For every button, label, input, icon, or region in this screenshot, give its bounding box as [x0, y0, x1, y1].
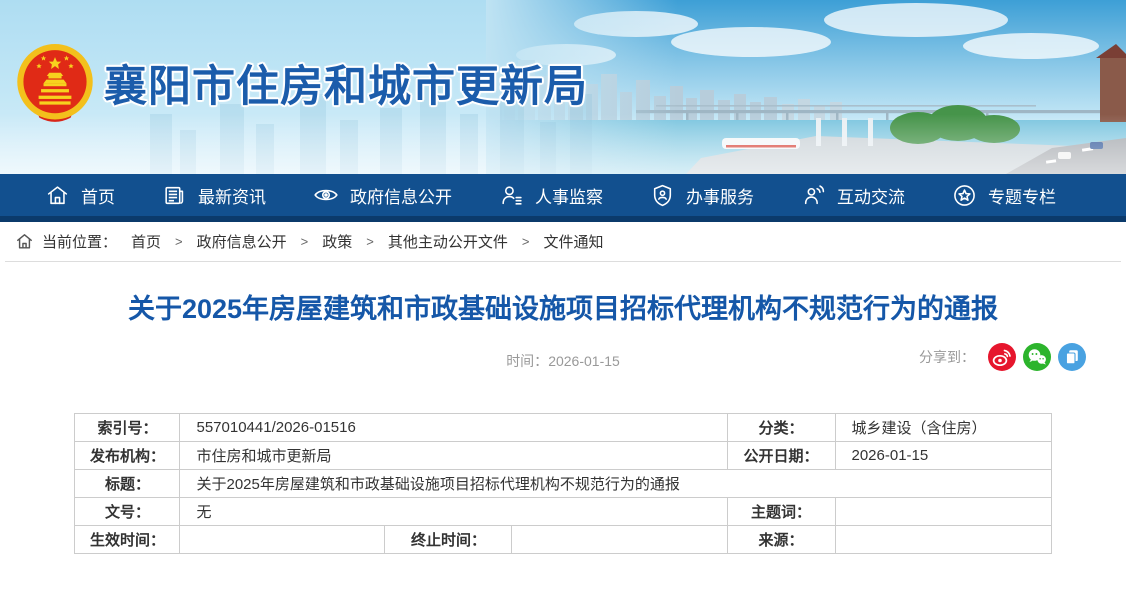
agency-value: 市住房和城市更新局	[180, 442, 727, 470]
star-icon	[952, 183, 977, 208]
table-row: 标题： 关于2025年房屋建筑和市政基础设施项目招标代理机构不规范行为的通报	[75, 470, 1051, 498]
doc-no-label: 文号：	[75, 498, 180, 526]
nav-item-personnel[interactable]: 人事监察	[499, 183, 603, 208]
pub-date-value: 2026-01-15	[835, 442, 1051, 470]
table-row: 文号： 无 主题词：	[75, 498, 1051, 526]
category-value: 城乡建设（含住房）	[835, 414, 1051, 442]
source-value	[835, 526, 1051, 554]
table-row: 索引号： 557010441/2026-01516 分类： 城乡建设（含住房）	[75, 414, 1051, 442]
wechat-icon	[1023, 343, 1051, 371]
breadcrumb-prefix: 当前位置：	[42, 231, 117, 252]
nav-item-gov-info[interactable]: 政府信息公开	[313, 182, 452, 208]
nav-item-label: 专题专栏	[988, 183, 1056, 208]
share-label: 分享到：	[919, 347, 975, 367]
breadcrumb: 当前位置： 首页 > 政府信息公开 > 政策 > 其他主动公开文件 > 文件通知	[5, 222, 1121, 262]
category-label: 分类：	[727, 414, 835, 442]
nav-item-topics[interactable]: 专题专栏	[952, 183, 1056, 208]
time-label: 时间：	[506, 353, 548, 369]
copy-icon	[1058, 343, 1086, 371]
breadcrumb-separator: >	[366, 234, 374, 249]
weibo-share-button[interactable]	[988, 343, 1016, 371]
nav-item-label: 互动交流	[837, 183, 905, 208]
keywords-value	[835, 498, 1051, 526]
table-row: 发布机构： 市住房和城市更新局 公开日期： 2026-01-15	[75, 442, 1051, 470]
breadcrumb-separator: >	[175, 234, 183, 249]
breadcrumb-item-policy[interactable]: 政策	[322, 231, 352, 252]
person-icon	[499, 183, 524, 208]
index-value: 557010441/2026-01516	[180, 414, 727, 442]
page-title: 关于2025年房屋建筑和市政基础设施项目招标代理机构不规范行为的通报	[40, 292, 1086, 327]
article-meta-row: 时间：2026-01-15 分享到：	[0, 341, 1126, 377]
news-icon	[162, 183, 187, 208]
effective-date-label: 生效时间：	[75, 526, 180, 554]
effective-date-value	[180, 526, 385, 554]
pub-date-label: 公开日期：	[727, 442, 835, 470]
shield-icon	[650, 183, 675, 208]
source-label: 来源：	[727, 526, 835, 554]
index-label: 索引号：	[75, 414, 180, 442]
title-label: 标题：	[75, 470, 180, 498]
title-value: 关于2025年房屋建筑和市政基础设施项目招标代理机构不规范行为的通报	[180, 470, 1051, 498]
nav-item-label: 首页	[81, 183, 115, 208]
article-header: 关于2025年房屋建筑和市政基础设施项目招标代理机构不规范行为的通报	[0, 292, 1126, 327]
end-date-value	[512, 526, 727, 554]
breadcrumb-item-current: 文件通知	[543, 231, 603, 252]
document-meta-table: 索引号： 557010441/2026-01516 分类： 城乡建设（含住房） …	[74, 413, 1051, 554]
copy-link-share-button[interactable]	[1058, 343, 1086, 371]
people-icon	[801, 183, 826, 208]
site-title: 襄阳市住房和城市更新局	[104, 52, 588, 114]
nav-item-news[interactable]: 最新资讯	[162, 183, 266, 208]
time-value: 2026-01-15	[548, 353, 620, 369]
home-icon	[45, 183, 70, 208]
breadcrumb-item-gov-info[interactable]: 政府信息公开	[197, 231, 287, 252]
home-icon	[15, 232, 34, 251]
eye-icon	[313, 182, 339, 208]
breadcrumb-item-other-docs[interactable]: 其他主动公开文件	[388, 231, 508, 252]
breadcrumb-item-home[interactable]: 首页	[131, 231, 161, 252]
keywords-label: 主题词：	[727, 498, 835, 526]
breadcrumb-separator: >	[522, 234, 530, 249]
nav-item-label: 政府信息公开	[350, 183, 452, 208]
table-row: 生效时间： 终止时间： 来源：	[75, 526, 1051, 554]
nav-item-home[interactable]: 首页	[45, 183, 115, 208]
nav-item-label: 最新资讯	[198, 183, 266, 208]
share-bar: 分享到：	[919, 343, 1086, 371]
weibo-icon	[988, 343, 1016, 371]
wechat-share-button[interactable]	[1023, 343, 1051, 371]
site-header: 襄阳市住房和城市更新局	[0, 0, 1126, 174]
main-nav: 首页 最新资讯 政府信息公开 人事监察 办事服务 互动交流 专题专栏	[0, 174, 1126, 222]
nav-item-label: 人事监察	[535, 183, 603, 208]
nav-item-services[interactable]: 办事服务	[650, 183, 754, 208]
breadcrumb-separator: >	[301, 234, 309, 249]
end-date-label: 终止时间：	[385, 526, 512, 554]
nav-item-interaction[interactable]: 互动交流	[801, 183, 905, 208]
agency-label: 发布机构：	[75, 442, 180, 470]
national-emblem	[14, 42, 96, 128]
nav-item-label: 办事服务	[686, 183, 754, 208]
doc-no-value: 无	[180, 498, 727, 526]
